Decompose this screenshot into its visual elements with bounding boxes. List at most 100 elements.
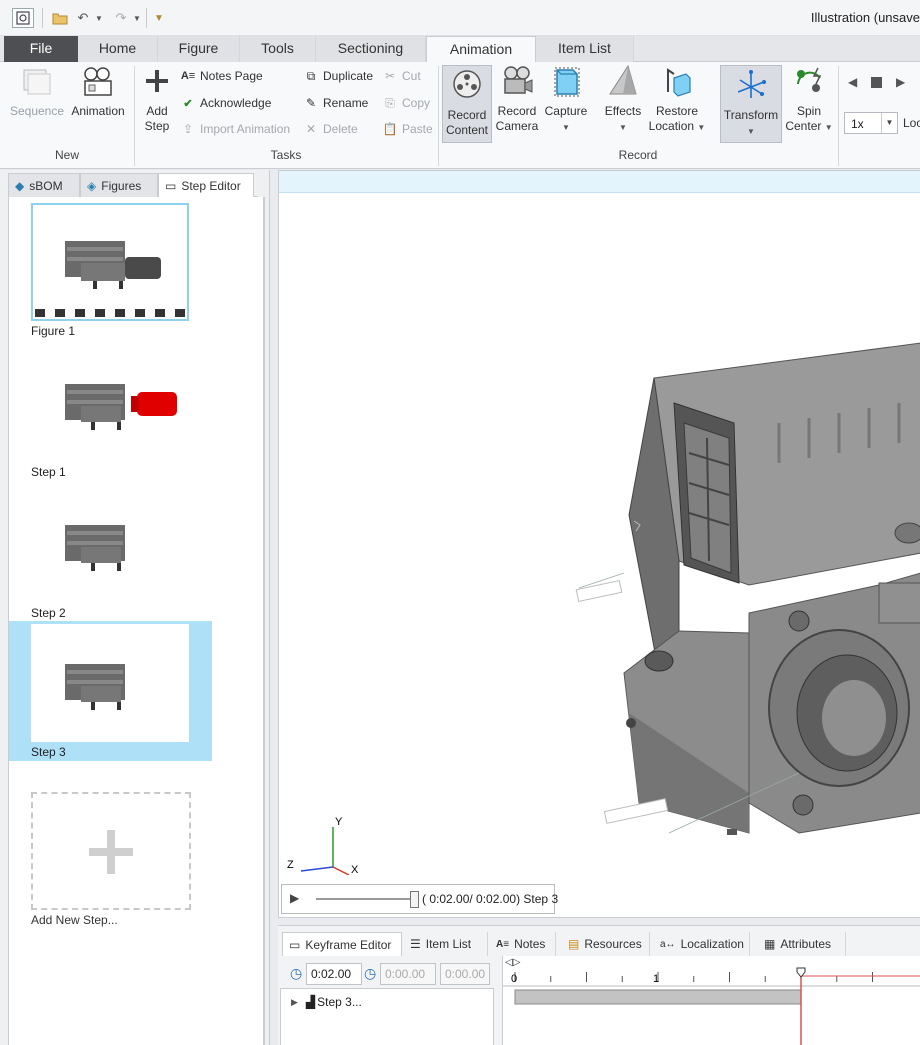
- redo-icon[interactable]: ↷: [112, 8, 130, 28]
- step-item-figure-1[interactable]: Figure 1: [9, 200, 212, 340]
- group-label-record: Record: [618, 148, 658, 162]
- clock-icon: ◷: [290, 965, 303, 981]
- tab-keyframe-editor[interactable]: ▭ Keyframe Editor: [282, 932, 402, 956]
- 3d-viewport[interactable]: Y X Z ▶ ( 0:02.00/ 0:02.00) Step 3: [278, 170, 920, 918]
- step-item-step-2[interactable]: Step 2: [9, 482, 212, 622]
- keyframe-timeline[interactable]: ◁▷ 0 1: [502, 956, 920, 1045]
- timeline-slider-thumb[interactable]: [410, 891, 419, 908]
- attributes-icon: ▦: [764, 937, 776, 951]
- spin-center-dropdown-icon[interactable]: ▼: [825, 123, 833, 132]
- step-editor-icon: ▭: [165, 179, 177, 193]
- customize-toolbar-icon[interactable]: ▼: [152, 8, 166, 28]
- acknowledge-button[interactable]: ✔ Acknowledge: [180, 93, 271, 113]
- record-camera-button[interactable]: Record Camera: [494, 64, 540, 134]
- speed-dropdown-icon[interactable]: ▼: [881, 113, 897, 133]
- effects-dropdown-icon[interactable]: ▼: [619, 123, 627, 132]
- play-icon[interactable]: ▶: [290, 891, 299, 905]
- sequence-button[interactable]: Sequence: [8, 64, 66, 119]
- end-time-field[interactable]: 0:00.00: [440, 963, 490, 985]
- tab-sbom[interactable]: ◆ sBOM: [8, 173, 80, 197]
- undo-dropdown-icon[interactable]: ▼: [94, 8, 104, 28]
- capture-button[interactable]: Capture ▼: [542, 64, 590, 135]
- copy-button[interactable]: ⎘ Copy: [382, 93, 430, 113]
- keyframe-tree: ▶ ▟ Step 3...: [280, 988, 494, 1045]
- axis-x-label: X: [351, 864, 359, 875]
- cut-button[interactable]: ✂ Cut: [382, 66, 421, 86]
- undo-icon[interactable]: ↶: [74, 8, 92, 28]
- previous-button[interactable]: ◀: [848, 72, 857, 92]
- tab-localization[interactable]: a↔ Localization: [654, 932, 750, 956]
- tab-step-editor[interactable]: ▭ Step Editor: [158, 173, 254, 198]
- rename-label: Rename: [323, 96, 369, 110]
- redo-dropdown-icon[interactable]: ▼: [132, 8, 142, 28]
- tab-item-list-bottom[interactable]: ☰ Item List: [404, 932, 488, 956]
- clock-icon: ◷: [364, 965, 377, 981]
- axis-z-label: Z: [287, 859, 294, 871]
- record-content-button[interactable]: Record Content: [442, 65, 492, 143]
- add-step-button[interactable]: Add Step: [140, 64, 174, 134]
- tab-sbom-label: sBOM: [29, 178, 63, 193]
- delete-icon: ✕: [305, 122, 317, 136]
- tab-file[interactable]: File: [4, 36, 78, 62]
- restore-location-button[interactable]: Restore Location ▼: [648, 64, 706, 135]
- loop-label[interactable]: Loo: [903, 113, 920, 133]
- expand-arrow-icon[interactable]: ▶: [291, 997, 298, 1008]
- animation-button[interactable]: Animation: [68, 64, 128, 119]
- tab-figures-label: Figures: [101, 178, 142, 193]
- playback-bar: ▶ ( 0:02.00/ 0:02.00) Step 3: [281, 884, 558, 914]
- spin-center-button[interactable]: Spin Center ▼: [784, 64, 834, 135]
- pump-assembly-model[interactable]: [279, 193, 920, 893]
- effects-cone-icon: [609, 64, 637, 95]
- open-icon[interactable]: [50, 8, 70, 28]
- left-panel: ◆ sBOM ◈ Figures ▭ Step Editor Figure 1 …: [0, 170, 270, 1045]
- transform-dropdown-icon[interactable]: ▼: [747, 127, 755, 136]
- delete-label: Delete: [323, 122, 358, 136]
- tab-notes[interactable]: A≡ Notes: [490, 932, 556, 956]
- speed-select[interactable]: 1x ▼: [844, 112, 898, 134]
- paste-button[interactable]: 📋 Paste: [382, 119, 433, 139]
- delete-button[interactable]: ✕ Delete: [303, 119, 358, 139]
- restore-location-icon: [667, 68, 691, 97]
- import-animation-button[interactable]: ⇪ Import Animation: [180, 119, 290, 139]
- play-button[interactable]: ▶: [896, 72, 905, 92]
- transform-label: Transform: [723, 108, 779, 122]
- notes-page-button[interactable]: A≡ Notes Page: [180, 66, 263, 86]
- duplicate-button[interactable]: ⧉ Duplicate: [303, 66, 373, 86]
- tab-item-list-label: Item List: [425, 937, 472, 951]
- app-icon[interactable]: [12, 8, 34, 28]
- add-new-step-button[interactable]: [31, 792, 191, 910]
- stop-button[interactable]: [871, 72, 882, 92]
- current-time-field[interactable]: 0:02.00: [306, 963, 362, 985]
- step-item-step-3[interactable]: Step 3: [9, 621, 212, 761]
- axis-y-label: Y: [335, 816, 343, 828]
- tab-step-editor-label: Step Editor: [181, 179, 241, 193]
- rename-button[interactable]: ✎ Rename: [303, 93, 368, 113]
- tab-figure[interactable]: Figure: [158, 36, 240, 62]
- step-list: Figure 1 Step 1 Step 2 Step 3 Add New St…: [8, 197, 265, 1045]
- effects-button[interactable]: Effects ▼: [600, 64, 646, 135]
- callout-label: [575, 579, 623, 603]
- tab-tools[interactable]: Tools: [240, 36, 316, 62]
- tab-resources[interactable]: ▤ Resources: [562, 932, 650, 956]
- speed-value: 1x: [851, 117, 864, 131]
- tree-item-step-3[interactable]: ▶ ▟ Step 3...: [291, 995, 362, 1009]
- ribbon-tab-bar: File Home Figure Tools Sectioning Animat…: [0, 36, 920, 63]
- start-time-field[interactable]: 0:00.00: [380, 963, 436, 985]
- capture-dropdown-icon[interactable]: ▼: [562, 123, 570, 132]
- stop-icon: [871, 76, 882, 88]
- step-item-step-1[interactable]: Step 1: [9, 341, 212, 481]
- tab-attributes[interactable]: ▦ Attributes: [758, 932, 846, 956]
- tab-item-list[interactable]: Item List: [536, 36, 634, 62]
- tab-animation[interactable]: Animation: [426, 36, 536, 63]
- tab-home[interactable]: Home: [78, 36, 158, 62]
- tab-sectioning[interactable]: Sectioning: [316, 36, 426, 62]
- timeline-ruler: ◁▷ 0 1: [503, 957, 920, 1045]
- step-thumbnail: [31, 624, 189, 742]
- timeline-slider-track[interactable]: [316, 898, 414, 900]
- effects-label: Effects: [604, 104, 642, 118]
- keyframe-bar: [514, 989, 802, 1005]
- step-thumbnail: [31, 485, 189, 603]
- transform-button[interactable]: Transform ▼: [720, 65, 782, 143]
- restore-location-dropdown-icon[interactable]: ▼: [697, 123, 705, 132]
- tab-figures[interactable]: ◈ Figures: [80, 173, 158, 197]
